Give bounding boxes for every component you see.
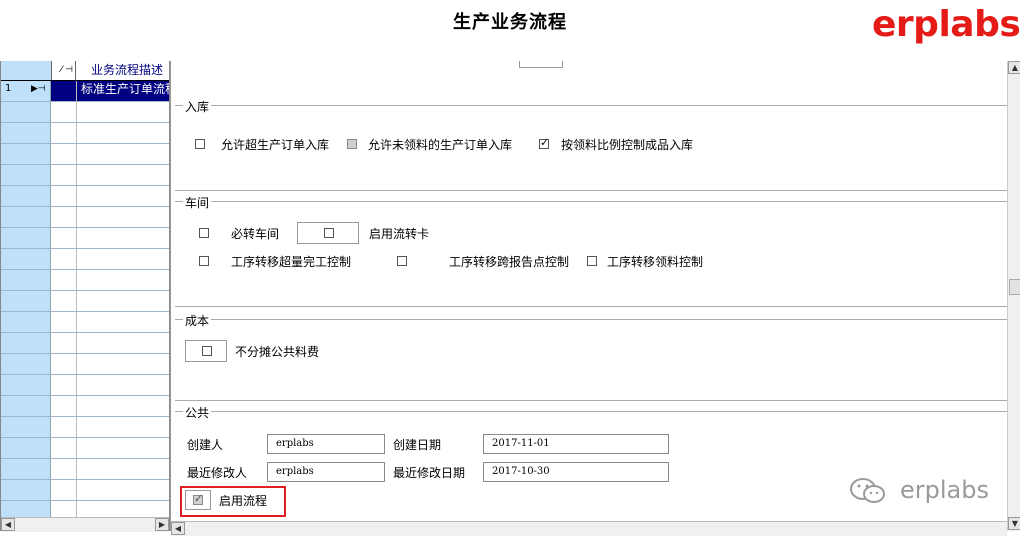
scroll-thumb[interactable] (1009, 279, 1020, 295)
checkbox-enable-process[interactable] (193, 492, 203, 505)
scroll-up-icon[interactable]: ▲ (1008, 61, 1020, 74)
table-row[interactable] (1, 333, 169, 354)
grid-column-description[interactable]: 业务流程描述 (77, 61, 169, 80)
table-row[interactable] (1, 144, 169, 165)
grid-horizontal-scrollbar[interactable]: ◀ ▶ (1, 517, 169, 532)
process-grid: ⁄ ⊣ 业务流程描述 1 ▶⊣ 标准生产订单流程 ◀ ▶ (0, 61, 170, 532)
row-pointer-icon: ▶⊣ (31, 84, 46, 94)
brand-logo-text: erplabs (872, 4, 1020, 45)
checkbox-no-share-public[interactable] (202, 346, 212, 356)
table-row[interactable] (1, 123, 169, 144)
section-warehousing: 入库 允许超生产订单入库 允许未领料的生产订单入库 按领料比例控制成品入库 (175, 98, 1007, 191)
label-no-share-public: 不分摊公共料费 (235, 345, 320, 359)
cost-checkbox-frame (185, 340, 227, 362)
label-create-date: 创建日期 (393, 438, 442, 452)
table-row[interactable] (1, 417, 169, 438)
grid-header-pin-icon[interactable]: ⁄ ⊣ (52, 61, 76, 80)
table-row[interactable] (1, 459, 169, 480)
table-row[interactable] (1, 480, 169, 501)
label-allow-over-order: 允许超生产订单入库 (221, 138, 330, 152)
modifier-field[interactable]: erplabs (267, 462, 385, 482)
top-cell (519, 61, 563, 68)
row-number: 1 (5, 83, 12, 94)
checkbox-issue-control[interactable] (587, 256, 597, 266)
label-cross-report-control: 工序转移跨报告点控制 (449, 255, 570, 269)
label-creator: 创建人 (187, 438, 224, 452)
table-row[interactable] (1, 438, 169, 459)
scroll-right-icon[interactable]: ▶ (155, 518, 169, 531)
grid-header: ⁄ ⊣ 业务流程描述 (1, 61, 169, 81)
row-description[interactable]: 标准生产订单流程 (77, 81, 169, 101)
scroll-left-icon[interactable]: ◀ (1, 518, 15, 531)
checkbox-cross-report-control[interactable] (397, 256, 407, 266)
modify-date-field[interactable]: 2017-10-30 (483, 462, 669, 482)
table-row[interactable] (1, 165, 169, 186)
table-row[interactable] (1, 186, 169, 207)
panel-vertical-scrollbar[interactable]: ▲ ▼ (1007, 61, 1020, 531)
label-enable-process: 启用流程 (219, 494, 268, 508)
checkbox-allow-over-order[interactable] (195, 139, 205, 149)
label-allow-no-issue: 允许未领料的生产订单入库 (368, 138, 513, 152)
section-workshop: 车间 必转车间 启用流转卡 工序转移超量完工控制 工序转移跨报告点控制 工序转移… (175, 194, 1007, 307)
table-row[interactable] (1, 312, 169, 333)
grid-header-rownum[interactable] (1, 61, 52, 80)
table-row[interactable] (1, 270, 169, 291)
checkbox-overqty-control[interactable] (199, 256, 209, 266)
scroll-left-icon[interactable]: ◀ (171, 522, 185, 535)
table-row[interactable] (1, 291, 169, 312)
table-row[interactable] (1, 228, 169, 249)
checkbox-ratio-control[interactable] (539, 136, 549, 149)
table-row[interactable] (1, 354, 169, 375)
table-row[interactable] (1, 207, 169, 228)
enable-process-frame (185, 490, 211, 510)
label-enable-flowcard: 启用流转卡 (369, 227, 430, 241)
page-title: 生产业务流程 (453, 12, 567, 33)
checkbox-must-transfer[interactable] (199, 228, 209, 238)
watermark-text: erplabs (900, 476, 989, 504)
label-modify-date: 最近修改日期 (393, 466, 466, 480)
checkbox-allow-no-issue[interactable] (347, 139, 357, 149)
table-row[interactable] (1, 375, 169, 396)
section-public: 公共 创建人 erplabs 创建日期 2017-11-01 最近修改人 erp… (175, 404, 1007, 517)
table-row[interactable] (1, 249, 169, 270)
table-row[interactable] (1, 102, 169, 123)
creator-field[interactable]: erplabs (267, 434, 385, 454)
wechat-icon (850, 478, 885, 503)
checkbox-enable-flowcard[interactable] (324, 228, 334, 238)
scroll-down-icon[interactable]: ▼ (1008, 517, 1020, 530)
flowcard-frame (297, 222, 359, 244)
create-date-field[interactable]: 2017-11-01 (483, 434, 669, 454)
settings-panel: 入库 允许超生产订单入库 允许未领料的生产订单入库 按领料比例控制成品入库 车间… (170, 61, 1020, 536)
table-row[interactable] (1, 396, 169, 417)
table-row[interactable]: 1 ▶⊣ 标准生产订单流程 (1, 81, 169, 102)
section-cost: 成本 不分摊公共料费 (175, 312, 1007, 401)
label-ratio-control: 按领料比例控制成品入库 (561, 138, 694, 152)
label-overqty-control: 工序转移超量完工控制 (231, 255, 352, 269)
section-legend: 公共 (183, 404, 212, 421)
panel-horizontal-scrollbar[interactable]: ◀ (171, 521, 1007, 536)
label-must-transfer: 必转车间 (231, 227, 280, 241)
label-modifier: 最近修改人 (187, 466, 248, 480)
label-issue-control: 工序转移领料控制 (607, 255, 704, 269)
